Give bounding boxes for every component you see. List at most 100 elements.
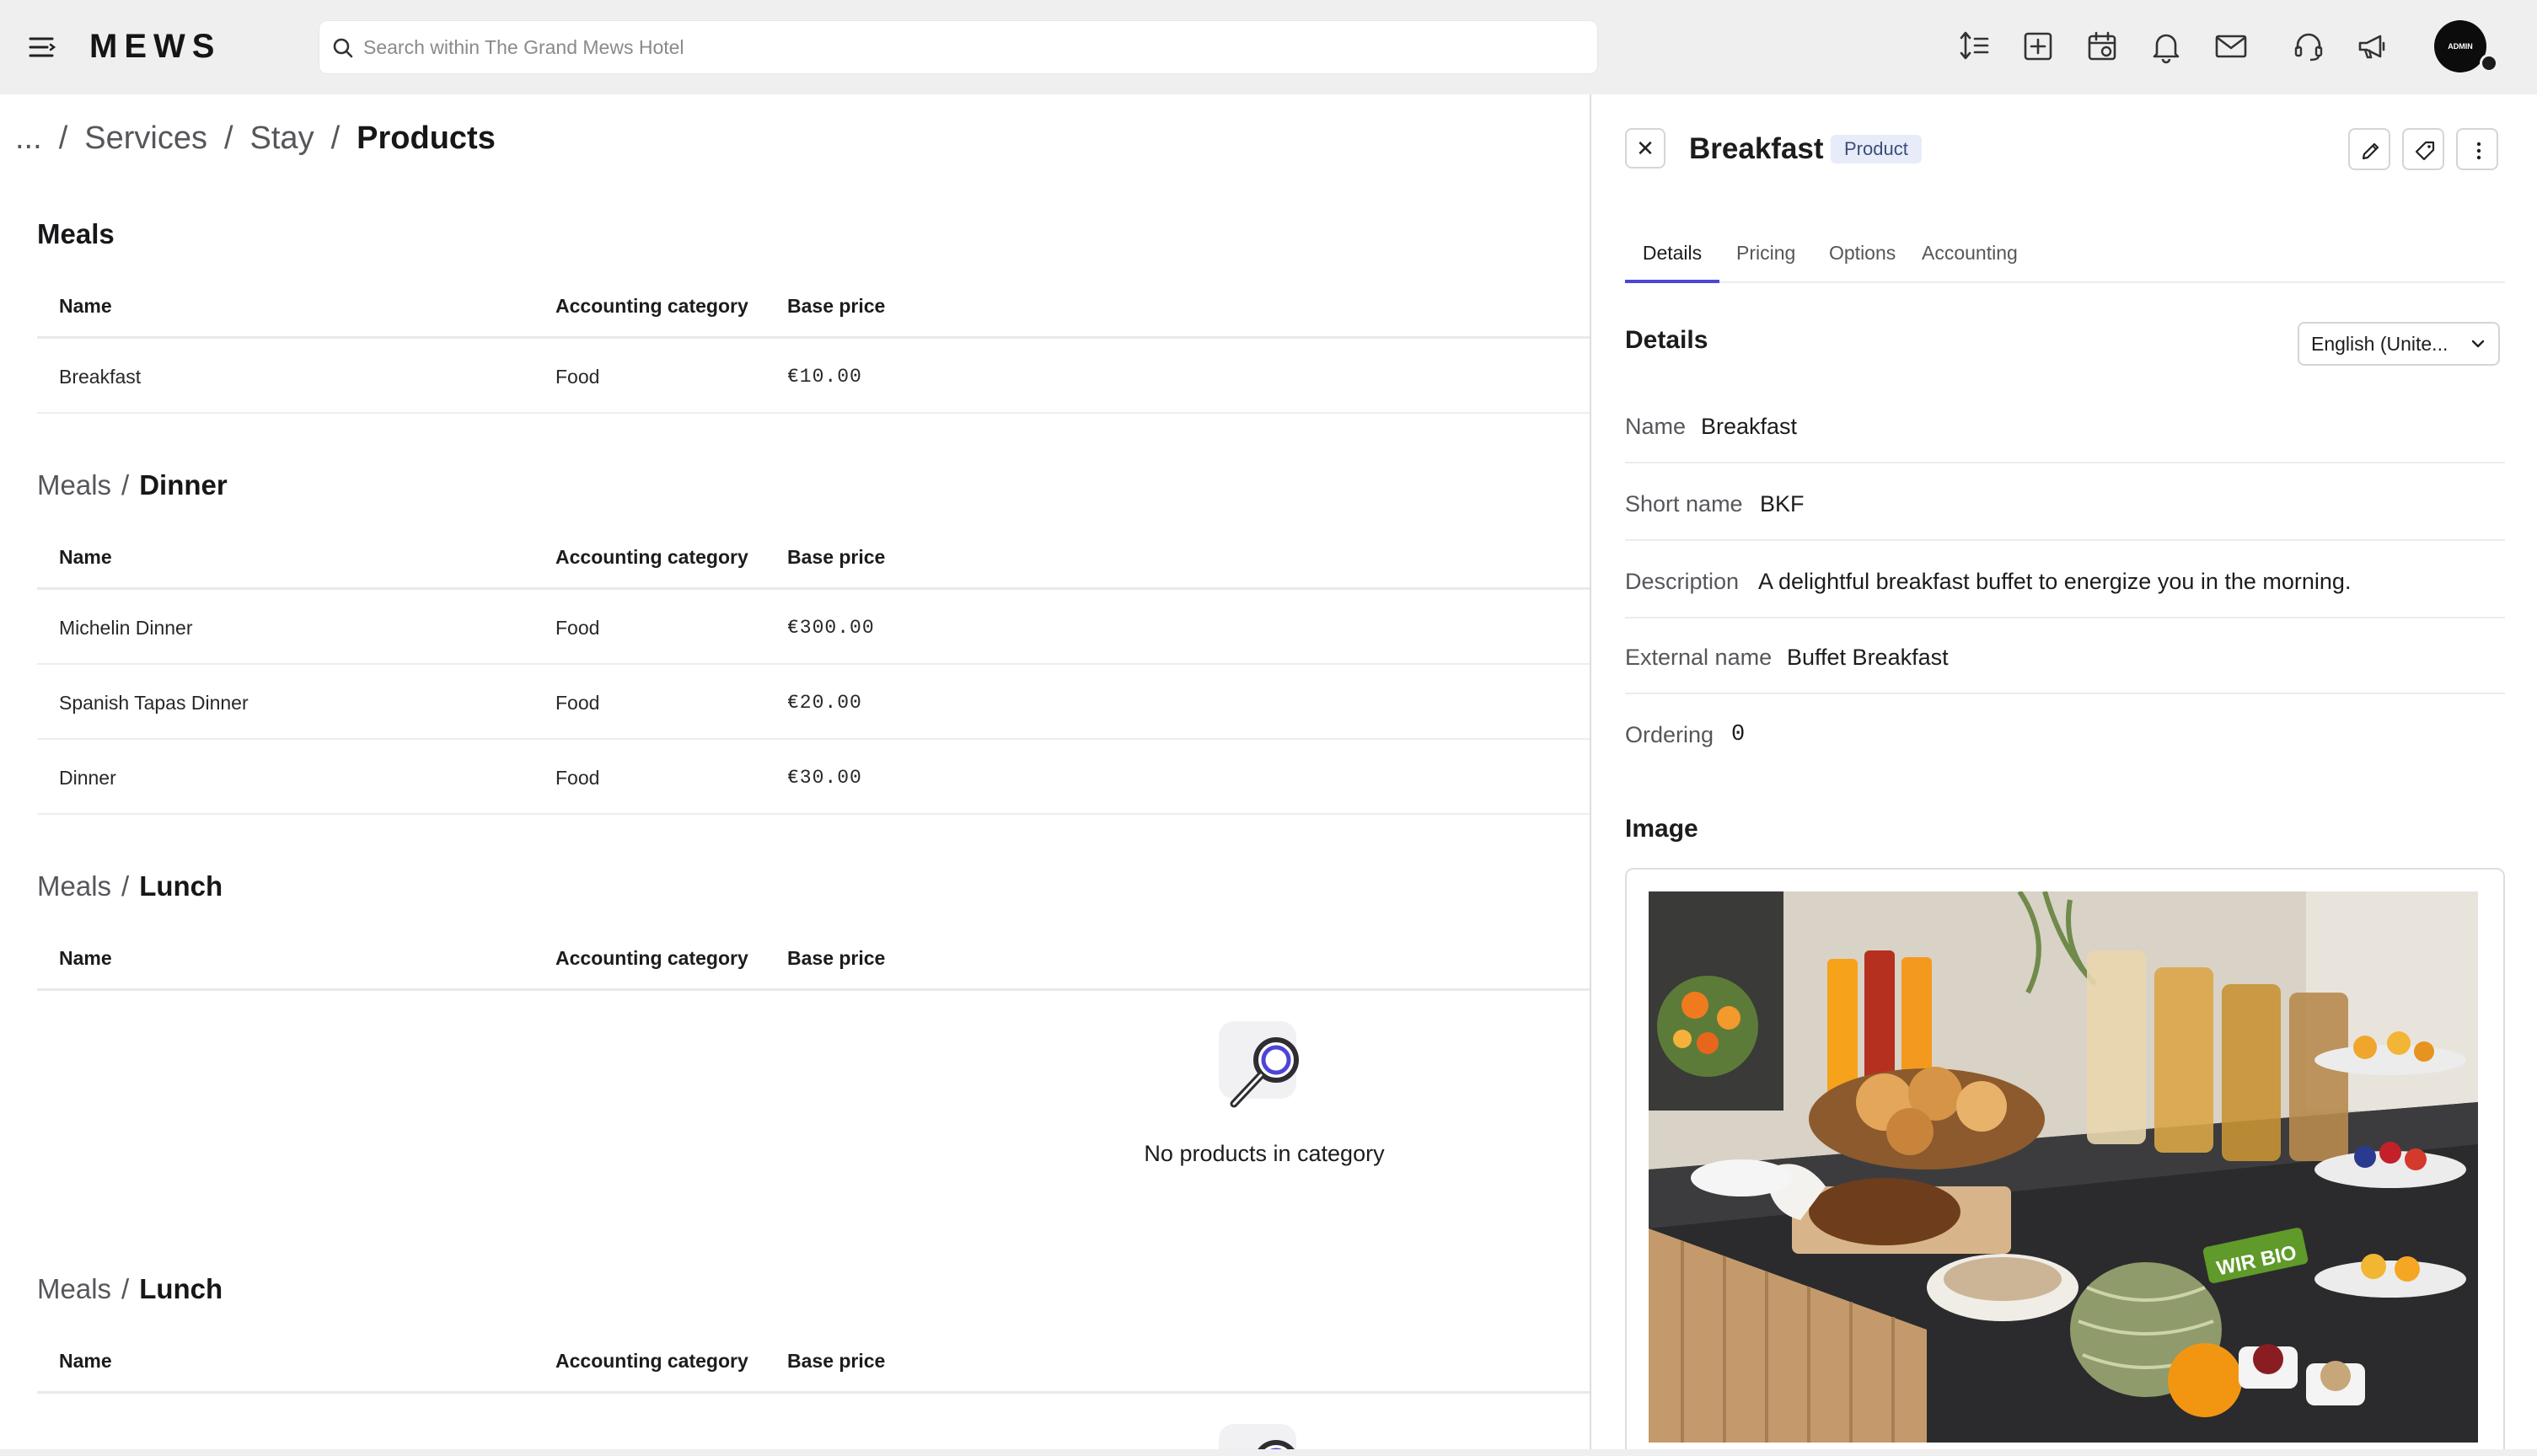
avatar[interactable]: ADMIN bbox=[2434, 20, 2486, 72]
close-button[interactable]: ✕ bbox=[1625, 128, 1665, 169]
column-header-price[interactable]: Base price bbox=[787, 1348, 885, 1373]
mail-icon[interactable] bbox=[2213, 29, 2249, 64]
breakfast-buffet-image[interactable]: WIR BIO bbox=[1649, 891, 2478, 1443]
language-select[interactable]: English (Unite... bbox=[2298, 322, 2500, 366]
column-header-name[interactable]: Name bbox=[59, 293, 112, 318]
product-detail-panel: ✕ Breakfast Product Details Pricing Opti… bbox=[1590, 94, 2537, 1456]
cell-category: Food bbox=[555, 692, 600, 714]
field-description: Description A delightful breakfast buffe… bbox=[1625, 541, 2505, 618]
column-header-name[interactable]: Name bbox=[59, 544, 112, 570]
cell-category: Food bbox=[555, 366, 600, 388]
page-title: Products bbox=[357, 120, 496, 156]
field-value: A delightful breakfast buffet to energiz… bbox=[1758, 569, 2352, 594]
section-title-lunch-2: Meals / Lunch bbox=[37, 1271, 223, 1308]
cell-price: €20.00 bbox=[787, 692, 862, 714]
tab-pricing[interactable]: Pricing bbox=[1736, 234, 1795, 283]
bottom-edge bbox=[0, 1449, 2537, 1456]
more-vertical-icon bbox=[2476, 142, 2481, 160]
tab-details[interactable]: Details bbox=[1625, 234, 1719, 283]
menu-icon[interactable] bbox=[25, 30, 59, 64]
cell-name: Spanish Tapas Dinner bbox=[59, 692, 249, 714]
section-title-dinner: Meals / Dinner bbox=[37, 467, 228, 504]
table-row[interactable]: Michelin Dinner Food €300.00 bbox=[37, 590, 1590, 665]
column-header-price[interactable]: Base price bbox=[787, 293, 885, 318]
cell-name: Dinner bbox=[59, 767, 116, 789]
tab-options[interactable]: Options bbox=[1829, 234, 1896, 283]
breadcrumb-stay[interactable]: Stay bbox=[250, 120, 314, 156]
column-header-category[interactable]: Accounting category bbox=[555, 293, 748, 318]
field-value: 0 bbox=[1731, 722, 1746, 747]
empty-message: No products in category bbox=[1144, 1141, 1385, 1166]
mews-logo[interactable]: MEWS bbox=[89, 25, 221, 67]
breadcrumb-ellipsis[interactable]: ... bbox=[15, 120, 42, 156]
tab-bar: Details Pricing Options Accounting bbox=[1625, 234, 2505, 283]
column-header-price[interactable]: Base price bbox=[787, 945, 885, 971]
field-value: Breakfast bbox=[1701, 414, 1798, 439]
calendar-icon[interactable] bbox=[2084, 29, 2120, 64]
field-label: Description bbox=[1625, 569, 1740, 594]
language-value: English (Unite... bbox=[2311, 333, 2448, 355]
field-value: BKF bbox=[1760, 491, 1805, 517]
products-list: ... / Services / Stay / Products Meals Name Ac… bbox=[0, 94, 1590, 1456]
field-value: Buffet Breakfast bbox=[1787, 645, 1949, 670]
tag-icon bbox=[2415, 141, 2435, 161]
products-table-meals: Name Accounting category Base price Brea… bbox=[37, 271, 1590, 414]
section-parent[interactable]: Meals bbox=[37, 1273, 111, 1304]
section-parent[interactable]: Meals bbox=[37, 469, 111, 500]
cell-price: €300.00 bbox=[787, 617, 875, 639]
column-header-price[interactable]: Base price bbox=[787, 544, 885, 570]
field-label: Ordering bbox=[1625, 722, 1714, 747]
details-heading: Details bbox=[1625, 326, 1708, 354]
cell-category: Food bbox=[555, 767, 600, 789]
edit-button[interactable] bbox=[2348, 128, 2390, 170]
column-header-name[interactable]: Name bbox=[59, 945, 112, 971]
tab-accounting[interactable]: Accounting bbox=[1922, 234, 2018, 283]
column-header-name[interactable]: Name bbox=[59, 1348, 112, 1373]
cell-name: Breakfast bbox=[59, 366, 142, 388]
field-label: External name bbox=[1625, 645, 1773, 670]
bell-icon[interactable] bbox=[2148, 29, 2184, 64]
section-title-text: Dinner bbox=[139, 469, 228, 500]
panel-title: Breakfast bbox=[1689, 132, 1824, 165]
breadcrumb: ... / Services / Stay / Products bbox=[15, 113, 496, 163]
column-header-category[interactable]: Accounting category bbox=[555, 945, 748, 971]
field-short-name: Short name BKF bbox=[1625, 463, 2505, 541]
section-title-lunch: Meals / Lunch bbox=[37, 868, 223, 905]
empty-state: No products in category bbox=[1087, 1016, 1441, 1167]
table-header: Name Accounting category Base price bbox=[37, 1326, 1590, 1394]
products-table-dinner: Name Accounting category Base price Mich… bbox=[37, 522, 1590, 815]
section-separator: / bbox=[121, 469, 130, 500]
more-options-button[interactable] bbox=[2456, 128, 2498, 170]
column-header-category[interactable]: Accounting category bbox=[555, 1348, 748, 1373]
cell-price: €30.00 bbox=[787, 767, 862, 789]
product-image-container: WIR BIO bbox=[1625, 868, 2505, 1456]
add-square-icon[interactable] bbox=[2020, 29, 2056, 64]
section-parent[interactable]: Meals bbox=[37, 870, 111, 902]
tag-button[interactable] bbox=[2402, 128, 2444, 170]
table-row[interactable]: Dinner Food €30.00 bbox=[37, 740, 1590, 815]
table-row[interactable]: Spanish Tapas Dinner Food €20.00 bbox=[37, 665, 1590, 740]
table-row[interactable]: Breakfast Food €10.00 bbox=[37, 339, 1590, 414]
top-bar: MEWS ADMIN bbox=[0, 0, 2537, 94]
cell-category: Food bbox=[555, 617, 600, 639]
field-label: Short name bbox=[1625, 491, 1743, 517]
search-icon bbox=[333, 38, 353, 58]
field-name: Name Breakfast bbox=[1625, 386, 2505, 463]
column-header-category[interactable]: Accounting category bbox=[555, 544, 748, 570]
field-label: Name bbox=[1625, 414, 1687, 439]
status-dot bbox=[2480, 54, 2498, 72]
field-ordering: Ordering 0 bbox=[1625, 694, 2505, 772]
search-input[interactable] bbox=[363, 21, 1577, 73]
cell-name: Michelin Dinner bbox=[59, 617, 193, 639]
products-table-lunch-2: Name Accounting category Base price bbox=[37, 1326, 1590, 1394]
search-bar[interactable] bbox=[319, 20, 1598, 74]
magnifier-icon bbox=[1214, 1016, 1315, 1117]
image-heading: Image bbox=[1625, 815, 1698, 843]
list-sort-icon[interactable] bbox=[1957, 29, 1993, 64]
headset-icon[interactable] bbox=[2291, 29, 2326, 64]
products-table-lunch: Name Accounting category Base price bbox=[37, 923, 1590, 991]
cell-price: €10.00 bbox=[787, 366, 862, 388]
megaphone-icon[interactable] bbox=[2355, 29, 2390, 64]
table-header: Name Accounting category Base price bbox=[37, 923, 1590, 991]
breadcrumb-services[interactable]: Services bbox=[84, 120, 207, 156]
